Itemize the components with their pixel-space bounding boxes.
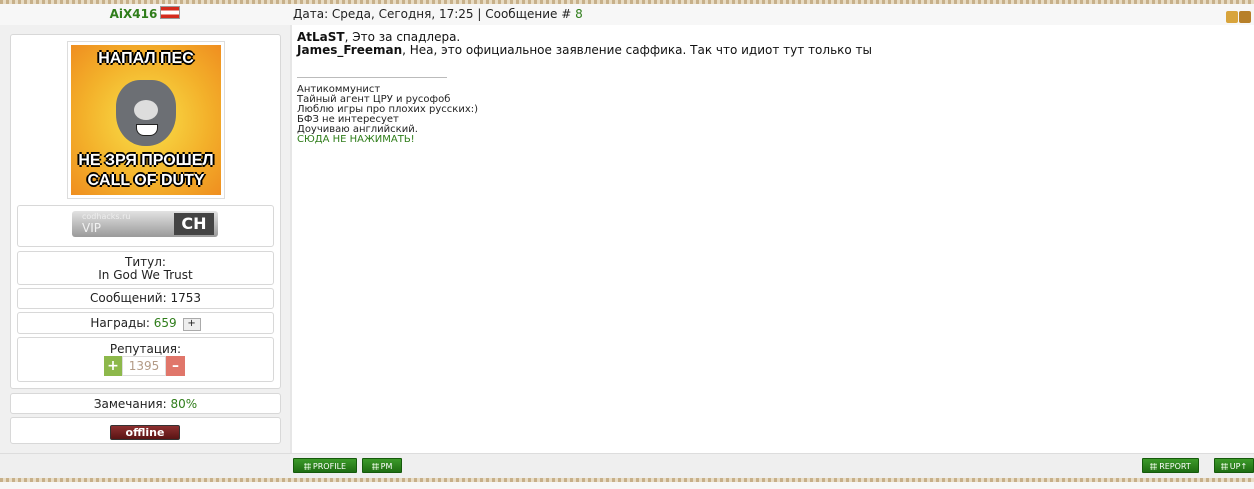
- remarks-value-link[interactable]: 80%: [171, 397, 198, 411]
- ch-logo: CH: [174, 213, 214, 235]
- message-number-link[interactable]: 8: [575, 7, 583, 21]
- awards-label: Награды:: [90, 316, 150, 330]
- title-card: Титул: In God We Trust: [17, 251, 274, 285]
- remarks-card: Замечания: 80%: [10, 393, 281, 414]
- wolf-picture: [116, 80, 176, 146]
- post-username[interactable]: AiX416: [0, 4, 290, 25]
- signature: Антикоммунист Тайный агент ЦРУ и русофоб…: [297, 85, 478, 145]
- reputation-value: 1395: [122, 356, 166, 376]
- signature-link[interactable]: СЮДА НЕ НАЖИМАТЬ!: [297, 135, 478, 145]
- vip-badge: codhacks.ru VIP CH: [72, 211, 218, 237]
- message-line: , Это за спадлера.: [344, 30, 461, 44]
- quoted-user-link[interactable]: AtLaST: [297, 30, 345, 44]
- username-text[interactable]: AiX416: [110, 7, 158, 21]
- message-line: , Неа, это официальное заявление саффика…: [402, 43, 873, 57]
- avatar: НАПАЛ ПЕС НЕ ЗРЯ ПРОШЕЛ CALL OF DUTY: [67, 41, 225, 199]
- grip-icon: [371, 463, 379, 470]
- grip-icon: [1220, 463, 1228, 470]
- reputation-minus-button[interactable]: –: [166, 356, 185, 376]
- grip-icon: [303, 463, 311, 470]
- add-award-button[interactable]: +: [182, 318, 201, 331]
- avatar-image: НАПАЛ ПЕС НЕ ЗРЯ ПРОШЕЛ CALL OF DUTY: [71, 45, 221, 195]
- post-header: Дата: Среда, Сегодня, 17:25 | Сообщение …: [290, 4, 1254, 25]
- offline-status-badge: offline: [110, 425, 180, 440]
- posts-count: Сообщений: 1753: [90, 291, 201, 305]
- up-button[interactable]: UP↑: [1214, 458, 1254, 473]
- report-button[interactable]: REPORT: [1142, 458, 1199, 473]
- thumbs-down-icon[interactable]: [1239, 11, 1251, 23]
- post-date: Дата: Среда, Сегодня, 17:25 | Сообщение …: [293, 7, 576, 21]
- up-button-label: UP: [1229, 462, 1241, 471]
- profile-button-label: PROFILE: [312, 462, 347, 471]
- signature-divider: [297, 77, 447, 78]
- arrow-up-icon: ↑: [1240, 462, 1248, 471]
- posts-count-card: Сообщений: 1753: [17, 288, 274, 309]
- reputation-plus-button[interactable]: +: [104, 356, 122, 376]
- profile-button[interactable]: PROFILE: [293, 458, 357, 473]
- vip-label: VIP: [82, 221, 101, 235]
- next-post-row: [0, 482, 1254, 489]
- flag-icon: [160, 6, 181, 19]
- post-message: AtLaST, Это за спадлера. James_Freeman, …: [297, 31, 872, 57]
- avatar-bottom-text: НЕ ЗРЯ ПРОШЕЛ CALL OF DUTY: [78, 152, 214, 189]
- quoted-user-link[interactable]: James_Freeman: [297, 43, 402, 57]
- vip-site: codhacks.ru: [82, 212, 131, 221]
- awards-value-link[interactable]: 659: [154, 316, 177, 330]
- awards-card: Награды: 659 +: [17, 312, 274, 334]
- grip-icon: [1150, 463, 1158, 470]
- avatar-top-text: НАПАЛ ПЕС: [98, 50, 194, 67]
- post-footer: [0, 453, 1254, 479]
- pm-button-label: PM: [380, 462, 393, 471]
- reputation-label: Репутация:: [109, 342, 182, 356]
- thumbs-up-icon[interactable]: [1226, 11, 1238, 23]
- title-value: In God We Trust: [98, 268, 193, 282]
- report-button-label: REPORT: [1159, 462, 1191, 471]
- pm-button[interactable]: PM: [362, 458, 402, 473]
- remarks-label: Замечания:: [93, 397, 167, 411]
